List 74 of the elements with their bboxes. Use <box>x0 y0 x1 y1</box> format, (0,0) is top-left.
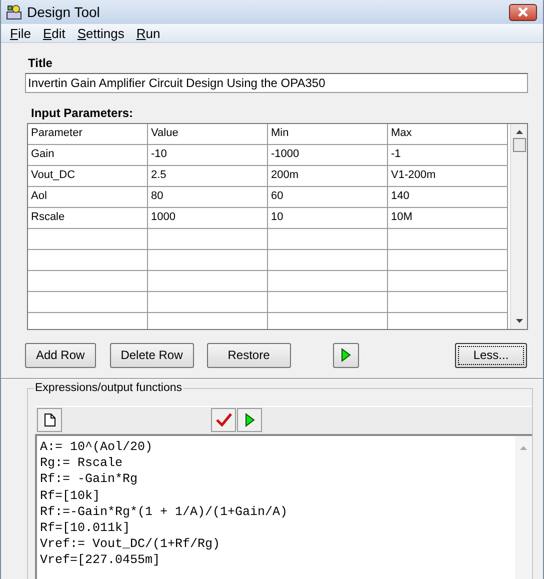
play-icon <box>340 348 351 362</box>
table-cell[interactable]: 2.5 <box>148 166 268 187</box>
close-icon <box>517 7 529 17</box>
empty-cell[interactable] <box>28 229 148 250</box>
group-label: Expressions/output functions <box>34 382 184 394</box>
table-cell[interactable]: Vout_DC <box>28 166 148 187</box>
play-icon <box>244 413 254 427</box>
code-line: Rg:= Rscale <box>40 455 124 472</box>
run-button[interactable] <box>237 408 262 432</box>
empty-cell[interactable] <box>268 292 388 313</box>
code-line: Rf:=-Gain*Rg*(1 + 1/A)/(1+Gain/A) <box>40 504 289 520</box>
empty-cell[interactable] <box>388 229 508 250</box>
action-button[interactable]: Less... <box>455 342 527 368</box>
empty-cell[interactable] <box>28 250 148 271</box>
empty-cell[interactable] <box>388 292 508 313</box>
title-label: Title <box>28 56 54 70</box>
table-cell[interactable]: 140 <box>388 187 508 208</box>
code-line: Rf=[10k] <box>40 488 102 504</box>
column-header: Value <box>148 124 268 145</box>
menu-item[interactable]: Edit <box>36 26 72 40</box>
empty-cell[interactable] <box>148 271 268 292</box>
empty-cell[interactable] <box>388 271 508 292</box>
table-cell[interactable]: Gain <box>28 145 148 166</box>
scrollbar[interactable] <box>515 436 532 579</box>
table-cell[interactable]: 60 <box>268 187 388 208</box>
code-line: Rf=[10.011k] <box>40 520 132 536</box>
table-cell[interactable]: 10M <box>388 208 508 229</box>
code-line: A:= 10^(Aol/20) <box>40 439 154 456</box>
column-header: Min <box>268 124 388 145</box>
document-icon <box>44 413 56 427</box>
empty-cell[interactable] <box>28 271 148 292</box>
new-document-button[interactable] <box>37 408 62 432</box>
table-cell[interactable]: 1000 <box>148 208 268 229</box>
close-button[interactable] <box>509 4 537 20</box>
action-button[interactable]: Delete Row <box>110 342 194 368</box>
action-button[interactable]: Add Row <box>25 342 96 368</box>
table-cell[interactable]: -1000 <box>268 145 388 166</box>
empty-cell[interactable] <box>268 271 388 292</box>
empty-cell[interactable] <box>148 292 268 313</box>
scroll-up-icon[interactable] <box>516 130 522 134</box>
table-cell[interactable]: Aol <box>28 187 148 208</box>
table-cell[interactable]: Rscale <box>28 208 148 229</box>
scroll-thumb[interactable] <box>512 138 526 152</box>
code-line: Vref:= Vout_DC/(1+Rf/Rg) <box>40 536 222 552</box>
section-label: Input Parameters: <box>31 106 134 120</box>
title-field[interactable]: Invertin Gain Amplifier Circuit Design Using the OPA350 <box>25 73 528 93</box>
column-header: Max <box>388 124 508 145</box>
checkmark-icon <box>216 413 232 427</box>
run-button[interactable] <box>332 342 359 368</box>
menu-item[interactable]: Settings <box>71 26 130 40</box>
code-line: Vref=[227.0455m] <box>40 552 162 569</box>
table-cell[interactable]: 80 <box>148 187 268 208</box>
window-title: Design Tool <box>27 4 101 20</box>
table-cell[interactable]: 10 <box>268 208 388 229</box>
table-cell[interactable]: V1-200m <box>388 166 508 187</box>
check-button[interactable] <box>211 408 236 432</box>
code-editor[interactable]: A:= 10^(Aol/20) Rg:= Rscale Rf:= -Gain*Rg Rf=[10k] Rf:=-Gain*Rg*(1 + 1/A)/(1+Gain/A) Rf=[10.011k] Vref:= Vout_DC/(1+Rf/Rg) Vref=[227.0455m] <box>35 434 532 579</box>
app-icon <box>6 4 22 20</box>
table-cell[interactable]: -10 <box>148 145 268 166</box>
empty-cell[interactable] <box>388 250 508 271</box>
action-button[interactable]: Restore <box>206 342 291 368</box>
column-header: Parameter <box>28 124 148 145</box>
table-cell[interactable]: -1 <box>388 145 508 166</box>
empty-cell[interactable] <box>268 250 388 271</box>
scrollbar[interactable] <box>510 124 527 329</box>
empty-cell[interactable] <box>28 292 148 313</box>
menu-item[interactable]: File <box>4 26 37 40</box>
table-cell[interactable]: 200m <box>268 166 388 187</box>
empty-cell[interactable] <box>268 229 388 250</box>
empty-cell[interactable] <box>148 250 268 271</box>
code-line: Rf:= -Gain*Rg <box>40 471 139 488</box>
menu-item[interactable]: Run <box>130 26 166 40</box>
empty-cell[interactable] <box>148 229 268 250</box>
scroll-down-icon[interactable] <box>516 319 522 323</box>
